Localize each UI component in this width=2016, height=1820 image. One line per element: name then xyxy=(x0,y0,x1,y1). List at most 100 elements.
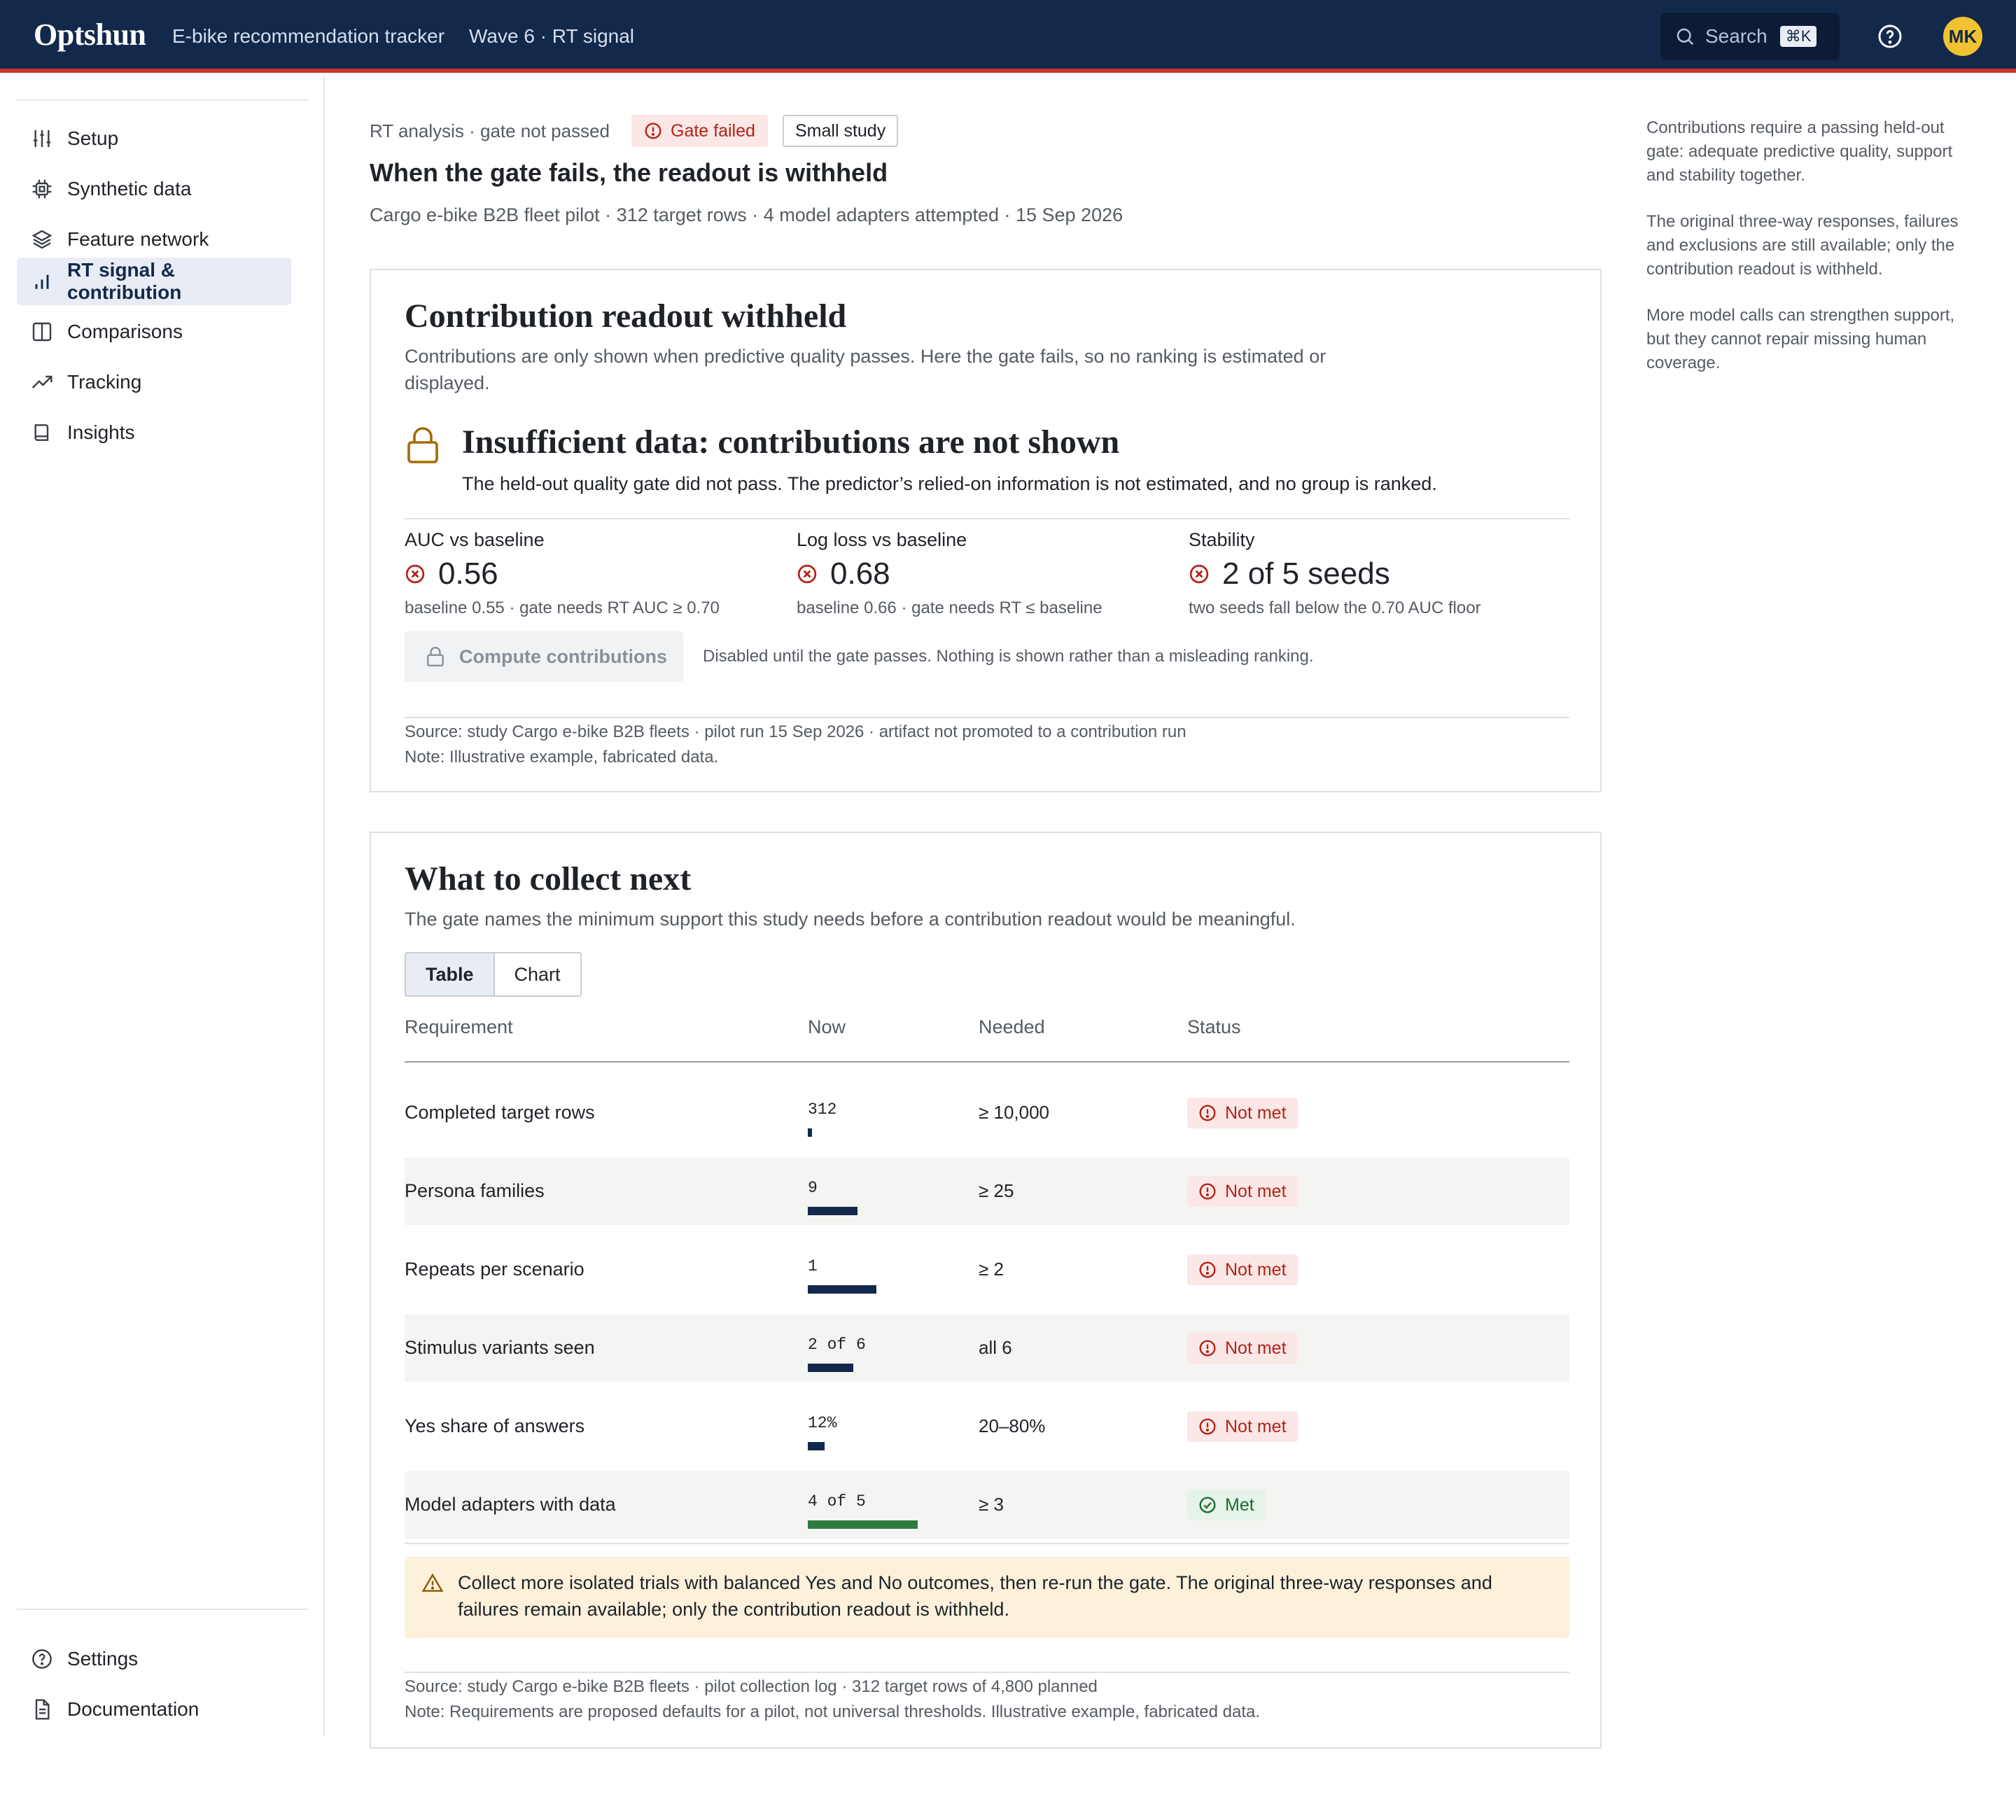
needed-cell: ≥ 2 xyxy=(979,1259,1004,1280)
alert-circle-icon xyxy=(1199,1105,1216,1121)
x-circle-icon xyxy=(405,564,425,584)
alert-circle-icon xyxy=(1199,1340,1216,1357)
metric-value-row: 0.56 xyxy=(405,556,769,592)
metric-label: AUC vs baseline xyxy=(405,529,545,550)
sliders-icon xyxy=(34,130,50,147)
chip-icon xyxy=(32,179,52,199)
now-cell: 2 of 6 xyxy=(808,1336,866,1354)
page-meta: Cargo e-bike B2B fleet pilot · 312 targe… xyxy=(370,204,1124,225)
callout-line: Collect more isolated trials with balanc… xyxy=(458,1572,1492,1593)
metric-value: 2 of 5 seeds xyxy=(1222,556,1390,591)
callout-line: failures remain available; only the cont… xyxy=(458,1599,1009,1620)
side-note: The original three-way responses, failur… xyxy=(1646,212,1959,279)
sidebar-item-setup[interactable]: Setup xyxy=(17,115,291,162)
breadcrumb-project[interactable]: E-bike recommendation tracker xyxy=(172,25,444,48)
help-icon[interactable] xyxy=(1877,24,1903,49)
requirement-cell: Stimulus variants seen xyxy=(405,1337,595,1358)
metric-value: 0.68 xyxy=(830,556,890,591)
metric-value: 0.56 xyxy=(438,556,498,591)
toggle-table[interactable]: Table xyxy=(406,953,495,995)
sidebar-item-settings[interactable]: Settings xyxy=(17,1635,291,1683)
warning-icon xyxy=(421,1573,444,1592)
table-header-rule xyxy=(405,1061,1569,1063)
table-row: Persona families 9 ≥ 25 Not met xyxy=(405,1158,1569,1225)
sidebar-item-label: Synthetic data xyxy=(67,178,192,200)
layers-icon xyxy=(31,230,52,249)
sidebar-item-feature-network[interactable]: Feature network xyxy=(17,216,291,263)
sidebar-item-label: Documentation xyxy=(67,1698,200,1720)
note-line: Note: Illustrative example, fabricated d… xyxy=(405,748,719,766)
search-shortcut: ⌘K xyxy=(1779,26,1817,47)
badge-label: Gate failed xyxy=(671,120,755,141)
requirement-cell: Persona families xyxy=(405,1180,545,1201)
progress-bar xyxy=(808,1442,825,1450)
sidebar-divider xyxy=(17,1609,308,1610)
source-note: Source: study Cargo e-bike B2B fleets · … xyxy=(405,720,1186,770)
view-toggle: Table Chart xyxy=(405,952,582,997)
columns-icon xyxy=(32,322,52,342)
x-circle-icon xyxy=(797,564,817,584)
requirement-cell: Completed target rows xyxy=(405,1102,595,1123)
table-row: Yes share of answers 12% 20–80% Not met xyxy=(405,1393,1569,1460)
metric-note: two seeds fall below the 0.70 AUC floor xyxy=(1189,598,1481,617)
sidebar-item-label: Comparisons xyxy=(67,321,183,342)
progress-bar xyxy=(808,1128,812,1137)
side-note: Contributions require a passing held-out… xyxy=(1646,118,1953,185)
needed-cell: all 6 xyxy=(979,1337,1012,1358)
divider xyxy=(405,1543,1569,1544)
metric-label: Stability xyxy=(1189,529,1255,550)
warning-callout: Collect more isolated trials with balanc… xyxy=(405,1557,1569,1638)
status-label: Not met xyxy=(1225,1102,1287,1123)
sidebar-item-documentation[interactable]: Documentation xyxy=(17,1686,291,1733)
collect-card: What to collect next The gate names the … xyxy=(370,832,1602,1749)
book-icon xyxy=(34,424,49,441)
note-line: Note: Requirements are proposed defaults… xyxy=(405,1702,1260,1721)
sidebar-item-synthetic-data[interactable]: Synthetic data xyxy=(17,165,291,213)
sidebar-item-insights[interactable]: Insights xyxy=(17,409,291,456)
card-subtitle: The gate names the minimum support this … xyxy=(405,909,1296,930)
requirement-cell: Repeats per scenario xyxy=(405,1259,584,1280)
sidebar-item-label: Insights xyxy=(67,421,135,443)
metric-log-loss: Log loss vs baseline 0.68 baseline 0.66 … xyxy=(797,529,1161,618)
card-subtitle-line: Contributions are only shown when predic… xyxy=(405,346,1326,367)
search-icon xyxy=(1676,28,1694,46)
sidebar: Setup Synthetic data Feature network RT … xyxy=(0,77,325,1736)
sidebar-item-label: RT signal & contribution xyxy=(67,259,182,303)
sidebar-item-tracking[interactable]: Tracking xyxy=(17,358,291,406)
sidebar-item-label: Settings xyxy=(67,1648,139,1670)
needed-cell: 20–80% xyxy=(979,1415,1046,1436)
insufficient-data-subtitle: The held-out quality gate did not pass. … xyxy=(462,473,1437,494)
page-title: When the gate fails, the readout is with… xyxy=(370,158,888,187)
check-circle-icon xyxy=(1199,1497,1216,1513)
table-row: Stimulus variants seen 2 of 6 all 6 Not met xyxy=(405,1315,1569,1382)
status-label: Not met xyxy=(1225,1259,1287,1280)
needed-cell: ≥ 3 xyxy=(979,1494,1004,1515)
brand-logo[interactable]: Optshun xyxy=(34,17,146,52)
status-badge-small-study: Small study xyxy=(783,115,899,147)
button-label: Compute contributions xyxy=(459,645,667,667)
column-header-status: Status xyxy=(1187,1016,1241,1037)
alert-circle-icon xyxy=(645,122,662,139)
status-badge-gate-failed: Gate failed xyxy=(631,115,768,147)
breadcrumb-wave[interactable]: Wave 6 · RT signal xyxy=(469,25,634,48)
table-row: Repeats per scenario 1 ≥ 2 Not met xyxy=(405,1236,1569,1303)
status-badge: Not met xyxy=(1187,1254,1298,1285)
readout-card: Contribution readout withheld Contributi… xyxy=(370,269,1602,792)
now-cell: 1 xyxy=(808,1257,818,1275)
status-badge: Not met xyxy=(1187,1098,1298,1128)
metric-stability: Stability 2 of 5 seeds two seeds fall be… xyxy=(1189,529,1553,618)
status-label: Not met xyxy=(1225,1338,1287,1358)
metric-value-row: 0.68 xyxy=(797,556,1161,592)
compute-contributions-button[interactable]: Compute contributions xyxy=(405,631,683,682)
toggle-chart[interactable]: Chart xyxy=(495,953,580,995)
column-header-requirement: Requirement xyxy=(405,1016,513,1037)
sidebar-item-rt-signal[interactable]: RT signal & contribution xyxy=(17,258,291,305)
avatar[interactable]: MK xyxy=(1943,17,1982,56)
search-button[interactable]: Search ⌘K xyxy=(1660,13,1840,60)
now-cell: 312 xyxy=(808,1100,837,1119)
column-header-needed: Needed xyxy=(979,1016,1045,1037)
metric-note: baseline 0.55 · gate needs RT AUC ≥ 0.70 xyxy=(405,598,720,617)
side-note: More model calls can strengthen support,… xyxy=(1646,306,1955,372)
source-line: Source: study Cargo e-bike B2B fleets · … xyxy=(405,722,1186,741)
sidebar-item-comparisons[interactable]: Comparisons xyxy=(17,308,291,356)
